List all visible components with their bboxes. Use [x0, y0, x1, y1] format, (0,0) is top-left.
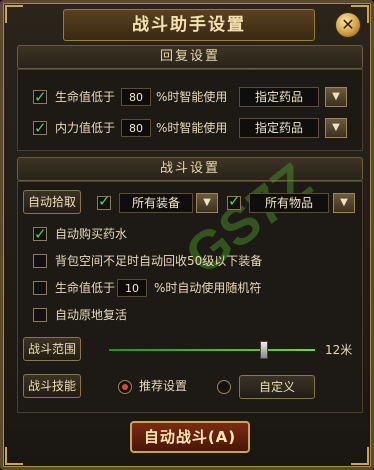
random-scroll-row: 生命值低于 10 %时自动使用随机符 [33, 277, 353, 299]
random-scroll-checkbox[interactable] [33, 281, 47, 295]
range-slider-handle[interactable] [259, 341, 268, 359]
combat-skills-button[interactable]: 战斗技能 [23, 374, 81, 398]
revive-checkbox[interactable] [33, 308, 47, 322]
recommended-label: 推荐设置 [139, 379, 188, 393]
settings-window: 战斗助手设置 ✕ 回复设置 生命值低于 80 %时智能使用 指定药品 ▼ 内力值… [0, 0, 374, 470]
mp-recovery-checkbox[interactable] [33, 117, 47, 139]
custom-radio[interactable] [217, 380, 231, 394]
hp-recovery-checkbox[interactable] [33, 86, 47, 108]
section-header-recovery: 回复设置 [17, 45, 363, 69]
mp-recovery-row: 内力值低于 80 %时智能使用 指定药品 ▼ [33, 117, 353, 139]
random-scroll-label: 生命值低于 [55, 281, 116, 295]
recycle-checkbox[interactable] [33, 254, 47, 268]
random-scroll-threshold-input[interactable]: 10 [117, 279, 147, 297]
auto-buy-label: 自动购买药水 [55, 227, 128, 241]
pickup-equipment-select[interactable]: 所有装备 [119, 193, 193, 213]
mp-threshold-input[interactable]: 80 [121, 119, 151, 137]
chevron-down-icon[interactable]: ▼ [196, 193, 218, 213]
auto-buy-checkbox[interactable] [33, 223, 47, 245]
corner-ornament [5, 447, 23, 465]
range-value-label: 12米 [325, 343, 353, 357]
hp-recovery-row: 生命值低于 80 %时智能使用 指定药品 ▼ [33, 86, 353, 108]
close-icon[interactable]: ✕ [335, 12, 361, 38]
mp-label: 内力值低于 [55, 121, 116, 135]
mp-suffix-label: %时智能使用 [156, 121, 228, 135]
auto-fight-button[interactable]: 自动战斗(A) [130, 421, 250, 453]
recycle-label: 背包空间不足时自动回收50级以下装备 [55, 254, 263, 268]
combat-range-button[interactable]: 战斗范围 [23, 337, 81, 361]
hp-label: 生命值低于 [55, 90, 116, 104]
corner-ornament [5, 5, 23, 23]
pickup-equipment-checkbox[interactable] [97, 192, 111, 210]
chevron-down-icon[interactable]: ▼ [325, 87, 347, 107]
hp-potion-select[interactable]: 指定药品 [239, 87, 319, 107]
hp-threshold-input[interactable]: 80 [121, 88, 151, 106]
range-slider-track[interactable] [109, 349, 315, 351]
recycle-row: 背包空间不足时自动回收50级以下装备 [33, 250, 353, 272]
mp-potion-select[interactable]: 指定药品 [239, 118, 319, 138]
revive-label: 自动原地复活 [55, 308, 128, 322]
auto-buy-row: 自动购买药水 [33, 223, 353, 245]
auto-pickup-button[interactable]: 自动拾取 [23, 190, 81, 214]
corner-ornament [351, 447, 369, 465]
pickup-items-checkbox[interactable] [227, 192, 241, 210]
window-title: 战斗助手设置 [63, 9, 315, 41]
chevron-down-icon[interactable]: ▼ [325, 118, 347, 138]
pickup-items-select[interactable]: 所有物品 [249, 193, 329, 213]
custom-skills-button[interactable]: 自定义 [239, 375, 315, 399]
chevron-down-icon[interactable]: ▼ [333, 193, 355, 213]
random-scroll-suffix-label: %时自动使用随机符 [154, 281, 262, 295]
hp-suffix-label: %时智能使用 [156, 90, 228, 104]
revive-row: 自动原地复活 [33, 304, 353, 326]
section-header-combat: 战斗设置 [17, 157, 363, 181]
recommended-radio[interactable] [118, 380, 132, 394]
